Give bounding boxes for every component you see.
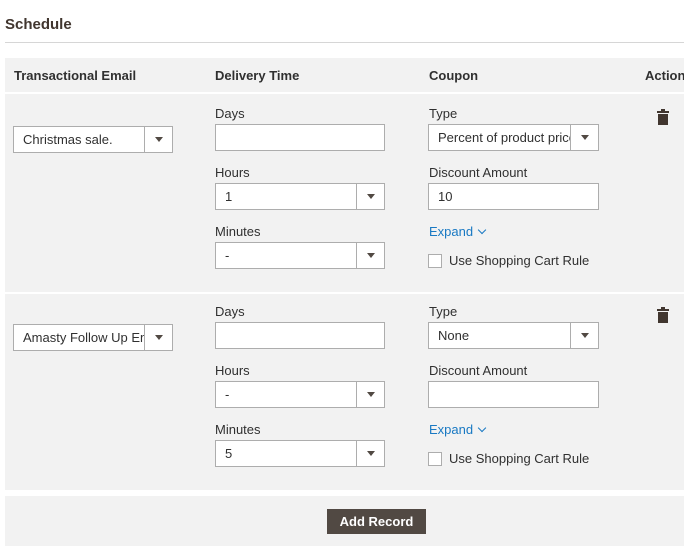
schedule-row: Amasty Follow Up Email Days Hours - Minu… <box>5 292 684 490</box>
chevron-down-icon <box>477 423 487 433</box>
section-divider <box>5 42 684 43</box>
coupon-type-select[interactable]: Percent of product price discount <box>428 124 599 151</box>
minutes-value: - <box>225 248 230 263</box>
chevron-down-icon <box>144 325 172 350</box>
minutes-select[interactable]: - <box>215 242 385 269</box>
use-shopping-cart-rule-label: Use Shopping Cart Rule <box>449 451 590 466</box>
coupon-type-value: Percent of product price discount <box>438 130 570 145</box>
discount-amount-label: Discount Amount <box>429 165 528 180</box>
use-shopping-cart-rule-checkbox[interactable] <box>428 451 442 466</box>
discount-amount-input[interactable]: 10 <box>428 183 599 210</box>
column-header-coupon: Coupon <box>429 68 479 83</box>
hours-value: - <box>225 387 230 402</box>
days-label: Days <box>215 106 245 121</box>
hours-select[interactable]: 1 <box>215 183 385 210</box>
expand-link[interactable]: Expand <box>429 422 487 437</box>
minutes-value: 5 <box>225 446 233 461</box>
chevron-down-icon <box>477 225 487 235</box>
trash-icon[interactable] <box>657 307 669 323</box>
column-header-delivery-time: Delivery Time <box>215 68 300 83</box>
expand-link[interactable]: Expand <box>429 224 487 239</box>
minutes-label: Minutes <box>215 224 261 239</box>
coupon-type-value: None <box>438 328 470 343</box>
use-shopping-cart-rule-checkbox[interactable] <box>428 253 442 268</box>
chevron-down-icon <box>570 125 598 150</box>
chevron-down-icon <box>356 382 384 407</box>
use-shopping-cart-rule[interactable]: Use Shopping Cart Rule <box>428 451 589 466</box>
use-shopping-cart-rule[interactable]: Use Shopping Cart Rule <box>428 253 589 268</box>
column-header-transactional-email: Transactional Email <box>14 68 137 83</box>
chevron-down-icon <box>356 243 384 268</box>
transactional-email-select[interactable]: Christmas sale. <box>13 126 173 153</box>
minutes-label: Minutes <box>215 422 261 437</box>
chevron-down-icon <box>144 127 172 152</box>
schedule-grid: Transactional Email Delivery Time Coupon… <box>5 58 684 490</box>
days-input[interactable] <box>215 322 385 349</box>
coupon-type-label: Type <box>429 106 458 121</box>
column-header-action: Action <box>645 68 684 83</box>
coupon-type-select[interactable]: None <box>428 322 599 349</box>
days-input[interactable] <box>215 124 385 151</box>
grid-header: Transactional Email Delivery Time Coupon… <box>5 58 684 94</box>
section-title: Schedule <box>5 16 72 33</box>
add-record-button[interactable]: Add Record <box>327 509 426 534</box>
hours-value: 1 <box>225 189 233 204</box>
discount-amount-label: Discount Amount <box>429 363 528 378</box>
hours-label: Hours <box>215 165 250 180</box>
schedule-row: Christmas sale. Days Hours 1 Minutes - T… <box>5 94 684 292</box>
chevron-down-icon <box>356 184 384 209</box>
chevron-down-icon <box>356 441 384 466</box>
hours-select[interactable]: - <box>215 381 385 408</box>
coupon-type-label: Type <box>429 304 458 319</box>
hours-label: Hours <box>215 363 250 378</box>
transactional-email-value: Christmas sale. <box>23 132 113 147</box>
trash-icon[interactable] <box>657 109 669 125</box>
discount-amount-input[interactable] <box>428 381 599 408</box>
minutes-select[interactable]: 5 <box>215 440 385 467</box>
transactional-email-value: Amasty Follow Up Email <box>23 330 144 345</box>
grid-footer: Add Record <box>5 496 684 546</box>
expand-label: Expand <box>429 422 474 437</box>
expand-label: Expand <box>429 224 474 239</box>
days-label: Days <box>215 304 245 319</box>
transactional-email-select[interactable]: Amasty Follow Up Email <box>13 324 173 351</box>
use-shopping-cart-rule-label: Use Shopping Cart Rule <box>449 253 590 268</box>
chevron-down-icon <box>570 323 598 348</box>
